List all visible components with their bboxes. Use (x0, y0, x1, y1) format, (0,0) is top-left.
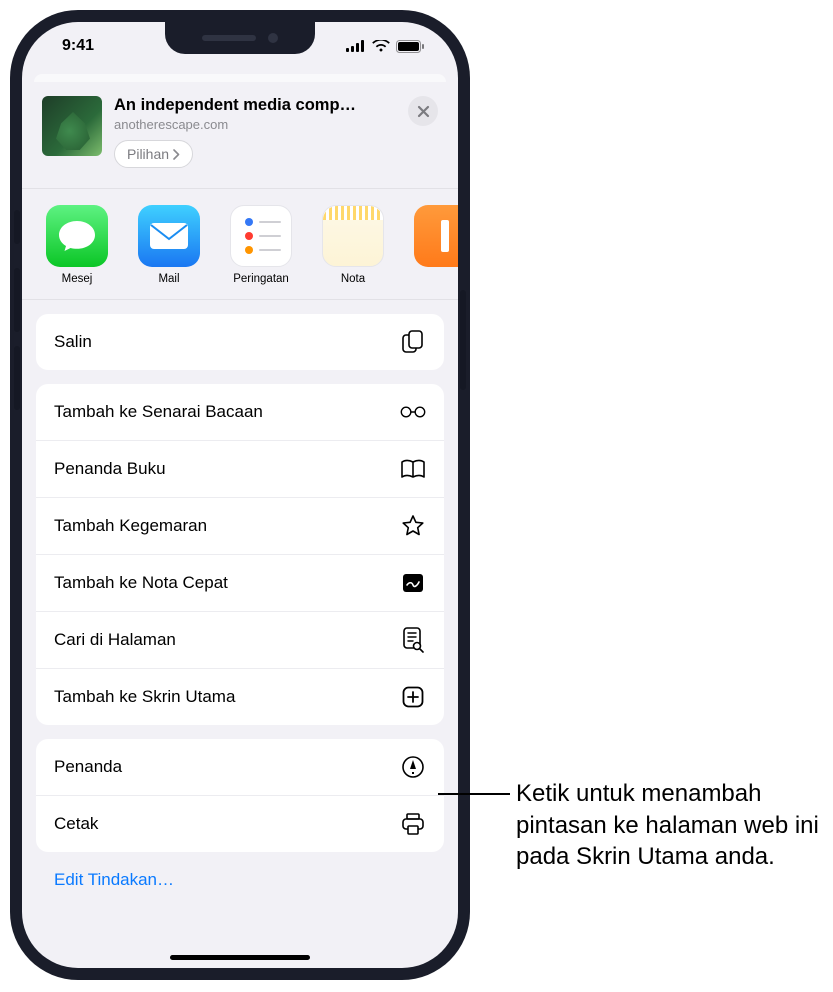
callout-text: Ketik untuk menambah pintasan ke halaman… (516, 778, 826, 873)
book-icon (400, 456, 426, 482)
action-copy[interactable]: Salin (36, 314, 444, 370)
wifi-icon (372, 40, 390, 52)
action-quicknote[interactable]: Tambah ke Nota Cepat (36, 554, 444, 611)
battery-icon (396, 40, 424, 53)
books-icon (414, 205, 458, 267)
action-add-to-home-screen[interactable]: Tambah ke Skrin Utama (36, 668, 444, 725)
action-group-2: Tambah ke Senarai Bacaan Penanda Buku Ta… (36, 384, 444, 725)
quicknote-icon (400, 570, 426, 596)
status-time: 9:41 (62, 37, 94, 55)
action-find-on-page[interactable]: Cari di Halaman (36, 611, 444, 668)
sheet-backdrop (34, 74, 446, 82)
messages-icon (46, 205, 108, 267)
copy-icon (400, 329, 426, 355)
page-subtitle: anotherescape.com (114, 117, 396, 132)
close-icon (417, 105, 430, 118)
chevron-right-icon (173, 149, 180, 160)
print-icon (400, 811, 426, 837)
mail-icon (138, 205, 200, 267)
edit-actions-link[interactable]: Edit Tindakan… (36, 866, 444, 894)
phone-frame: 9:41 An independent media comp… anothere… (10, 10, 470, 980)
phone-screen: 9:41 An independent media comp… anothere… (22, 22, 458, 968)
action-print[interactable]: Cetak (36, 795, 444, 852)
action-label: Tambah ke Skrin Utama (54, 687, 235, 707)
close-button[interactable] (408, 96, 438, 126)
share-apps-row[interactable]: Mesej Mail Peringatan Nota (22, 188, 458, 300)
action-label: Salin (54, 332, 92, 352)
action-label: Penanda Buku (54, 459, 166, 479)
share-sheet-header: An independent media comp… anotherescape… (28, 82, 452, 180)
action-label: Cari di Halaman (54, 630, 176, 650)
app-label: Mesej (42, 273, 112, 285)
status-icons (346, 40, 424, 53)
actions-list: Salin Tambah ke Senarai Bacaan Penanda B… (22, 300, 458, 894)
volume-down-button (14, 346, 20, 410)
volume-up-button (14, 268, 20, 332)
addhome-icon (400, 684, 426, 710)
home-indicator[interactable] (170, 955, 310, 960)
page-thumbnail (42, 96, 102, 156)
action-favorite[interactable]: Tambah Kegemaran (36, 497, 444, 554)
action-label: Penanda (54, 757, 122, 777)
action-markup[interactable]: Penanda (36, 739, 444, 795)
glasses-icon (400, 399, 426, 425)
app-books[interactable] (410, 205, 458, 285)
notes-icon (322, 205, 384, 267)
cellular-icon (346, 40, 366, 52)
page-title: An independent media comp… (114, 96, 396, 115)
action-group-1: Salin (36, 314, 444, 370)
app-label: Peringatan (226, 273, 296, 285)
action-label: Tambah ke Senarai Bacaan (54, 402, 263, 422)
app-notes[interactable]: Nota (318, 205, 388, 285)
markup-icon (400, 754, 426, 780)
header-text: An independent media comp… anotherescape… (114, 96, 396, 168)
edit-actions-label: Edit Tindakan… (54, 870, 174, 889)
action-label: Tambah Kegemaran (54, 516, 207, 536)
app-reminders[interactable]: Peringatan (226, 205, 296, 285)
options-label: Pilihan (127, 146, 169, 162)
app-label: Nota (318, 273, 388, 285)
options-button[interactable]: Pilihan (114, 140, 193, 168)
action-bookmark[interactable]: Penanda Buku (36, 440, 444, 497)
callout-leader-line (438, 793, 510, 795)
star-icon (400, 513, 426, 539)
action-reading-list[interactable]: Tambah ke Senarai Bacaan (36, 384, 444, 440)
action-label: Tambah ke Nota Cepat (54, 573, 228, 593)
action-label: Cetak (54, 814, 98, 834)
action-group-3: Penanda Cetak (36, 739, 444, 852)
app-mail[interactable]: Mail (134, 205, 204, 285)
app-label: Mail (134, 273, 204, 285)
notch (165, 22, 315, 54)
app-messages[interactable]: Mesej (42, 205, 112, 285)
power-button (460, 290, 466, 390)
mute-switch (14, 210, 20, 244)
reminders-icon (230, 205, 292, 267)
find-icon (400, 627, 426, 653)
